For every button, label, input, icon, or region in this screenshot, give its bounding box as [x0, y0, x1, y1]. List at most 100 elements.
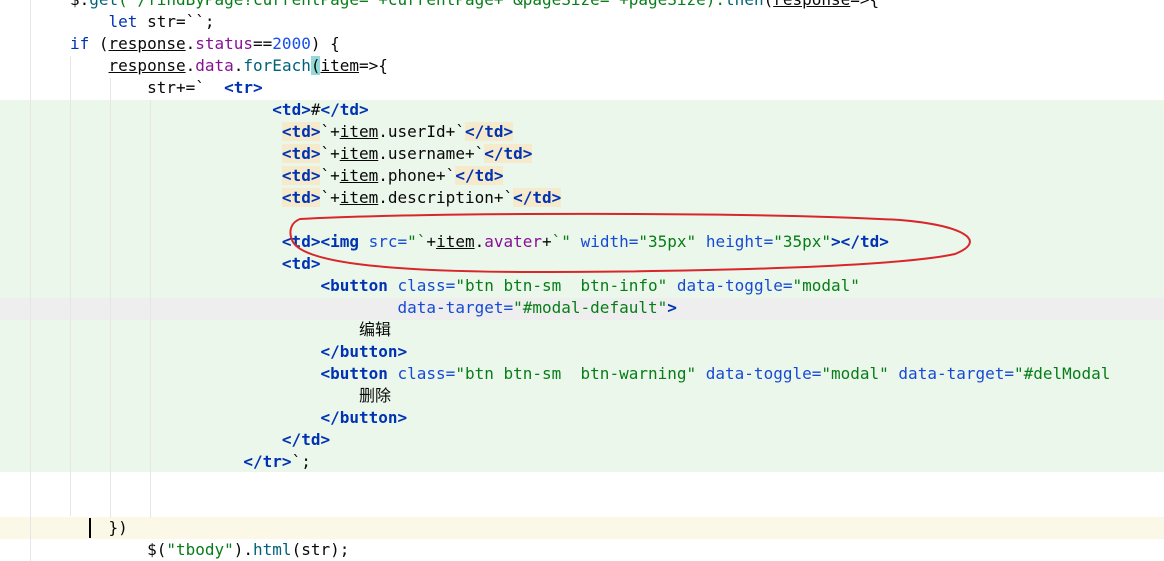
code-token: ) {	[310, 34, 340, 53]
code-token: .description+`	[378, 188, 514, 207]
code-token: item	[339, 166, 379, 185]
code-token: <button	[320, 364, 398, 383]
code-line[interactable]: <button class="btn btn-sm btn-info" data…	[0, 275, 1164, 297]
code-token: </td>	[281, 430, 331, 449]
code-token: item	[339, 122, 379, 141]
code-token: src=	[368, 232, 408, 251]
code-line[interactable]	[0, 495, 1164, 517]
code-token: class=	[397, 364, 456, 383]
code-token: 删除	[358, 386, 391, 405]
code-token: forEach	[243, 56, 311, 75]
code-line[interactable]: $("tbody").html(str);	[0, 539, 1164, 561]
code-token: response	[773, 0, 850, 9]
code-line[interactable]: <td>`+item.phone+`</td>	[0, 165, 1164, 187]
code-token: data-target=	[397, 298, 514, 317]
code-token: (str);	[291, 540, 350, 559]
code-token: "#delModal	[1014, 364, 1111, 383]
code-token: "modal"	[821, 364, 899, 383]
code-token: "35px"	[638, 232, 706, 251]
code-token: =>{	[359, 56, 388, 75]
code-token: "btn btn-sm btn-info"	[455, 276, 677, 295]
code-token: <td>	[281, 144, 321, 163]
code-token: `+	[320, 122, 340, 141]
code-line[interactable]: $.get(`/findByPage?currentPage=`+current…	[0, 0, 1164, 11]
code-line[interactable]: if (response.status==2000) {	[0, 33, 1164, 55]
code-token: response	[108, 34, 186, 53]
code-line[interactable]: <td>#</td>	[0, 99, 1164, 121]
code-token: <td>	[281, 188, 321, 207]
code-token: </button>	[320, 408, 408, 427]
code-token: .	[233, 56, 244, 75]
code-line[interactable]: 删除	[0, 385, 1164, 407]
code-token: "modal"	[792, 276, 860, 295]
code-token: if	[70, 34, 90, 53]
code-line[interactable]: </button>	[0, 407, 1164, 429]
code-token: $(	[70, 540, 167, 559]
code-token: "tbody"	[166, 540, 234, 559]
code-token: item	[339, 144, 379, 163]
code-token: </td>	[320, 100, 369, 119]
code-token: <tr>	[224, 78, 263, 97]
code-token: </button>	[320, 342, 408, 361]
code-line[interactable]: 编辑	[0, 319, 1164, 341]
code-token: .	[474, 232, 485, 251]
code-token: ></td>	[831, 232, 889, 251]
code-line[interactable]: </tr>`;	[0, 451, 1164, 473]
code-token: "btn btn-sm btn-warning"	[455, 364, 706, 383]
code-line[interactable]: <button class="btn btn-sm btn-warning" d…	[0, 363, 1164, 385]
code-token: .	[185, 56, 196, 75]
code-line[interactable]: <td>`+item.username+`</td>	[0, 143, 1164, 165]
code-token: "35px"	[773, 232, 832, 251]
code-token: item	[320, 56, 360, 75]
code-token: "#modal-default"	[513, 298, 668, 317]
code-token: data-toggle=	[705, 364, 822, 383]
code-token: let	[108, 12, 138, 31]
text-cursor	[89, 518, 91, 538]
code-token: (	[89, 34, 109, 53]
code-token: +	[426, 232, 437, 251]
code-line[interactable]: let str=``;	[0, 11, 1164, 33]
code-token: <td>	[272, 100, 311, 119]
code-token: `;	[291, 452, 311, 471]
code-token: (`/findByPage?currentPage=`+currentPage+…	[118, 0, 725, 9]
code-token: 2000	[272, 34, 311, 53]
code-token: height=	[705, 232, 774, 251]
code-token: `"	[551, 232, 581, 251]
code-line[interactable]: </td>	[0, 429, 1164, 451]
code-token: "`	[407, 232, 427, 251]
code-line[interactable]: <td><img src="`+item.avater+`" width="35…	[0, 231, 1164, 253]
code-token: +	[542, 232, 552, 251]
code-line[interactable]: <td>	[0, 253, 1164, 275]
code-token: html	[253, 540, 292, 559]
code-line[interactable]: <td>`+item.userId+`</td>	[0, 121, 1164, 143]
code-line[interactable]: data-target="#modal-default">	[0, 297, 1164, 319]
code-token: response	[108, 56, 186, 75]
code-token: </td>	[464, 122, 514, 141]
code-token: str=``;	[137, 12, 215, 31]
code-line[interactable]: })	[0, 517, 1164, 539]
code-token: data-toggle=	[676, 276, 793, 295]
code-token: .phone+`	[378, 166, 456, 185]
code-line[interactable]: str+=` <tr>	[0, 77, 1164, 99]
code-token: class=	[397, 276, 456, 295]
code-token: .username+`	[378, 144, 485, 163]
code-token: get	[89, 0, 118, 9]
code-line[interactable]: response.data.forEach(item=>{	[0, 55, 1164, 77]
code-line[interactable]	[0, 209, 1164, 231]
code-line[interactable]	[0, 473, 1164, 495]
code-token: status	[195, 34, 254, 53]
code-editor[interactable]: $.get(`/findByPage?currentPage=`+current…	[0, 0, 1164, 561]
code-token: </td>	[455, 166, 504, 185]
code-token: ).	[233, 540, 254, 559]
code-line[interactable]: <td>`+item.description+`</td>	[0, 187, 1164, 209]
code-line[interactable]: </button>	[0, 341, 1164, 363]
